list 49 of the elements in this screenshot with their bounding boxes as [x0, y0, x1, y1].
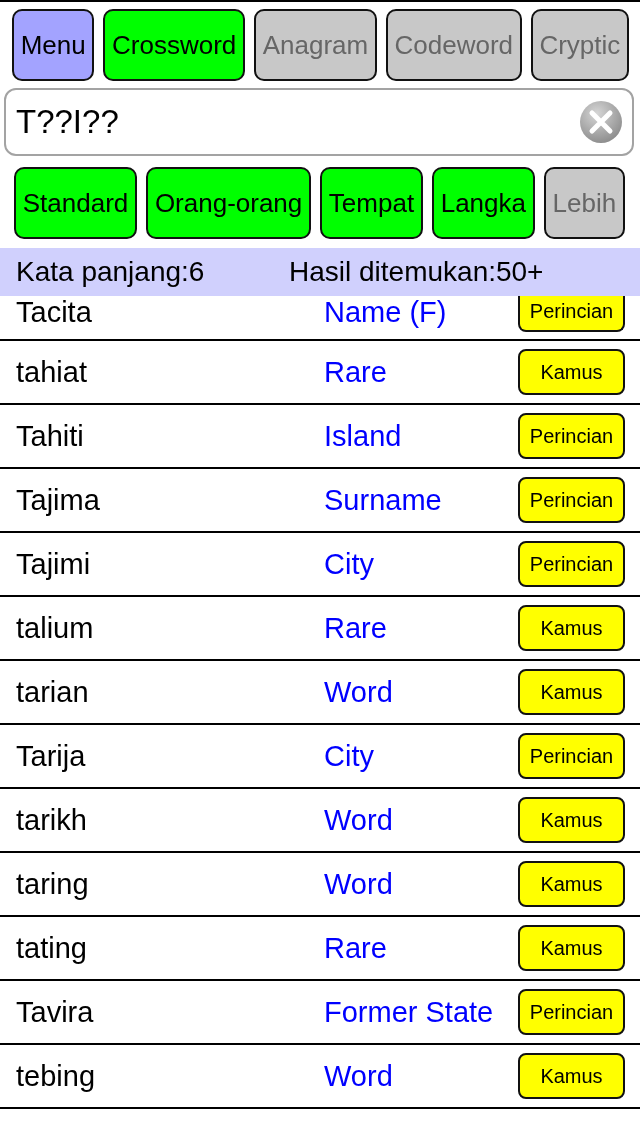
word-length-label: Kata panjang:6 — [16, 256, 205, 288]
result-word: tahiat — [16, 356, 87, 388]
category-label: City — [324, 548, 374, 580]
action-button[interactable]: Perincian — [518, 477, 625, 523]
category-label: City — [324, 740, 374, 772]
filter-button[interactable]: Langka — [431, 167, 535, 239]
result-word: Tacita — [16, 296, 92, 328]
category-label: Word — [324, 1060, 393, 1092]
action-button[interactable]: Kamus — [518, 925, 625, 971]
category-label: Word — [324, 868, 393, 900]
category-label: Rare — [324, 932, 387, 964]
filter-button[interactable]: Orang-orang — [146, 167, 312, 239]
action-button[interactable]: Perincian — [518, 296, 625, 332]
results-count-label: Hasil ditemukan:50+ — [289, 256, 544, 288]
category-label: Rare — [324, 356, 387, 388]
action-button[interactable]: Perincian — [518, 413, 625, 459]
action-button[interactable]: Kamus — [518, 861, 625, 907]
result-word: tarian — [16, 676, 89, 708]
result-word: Tarija — [16, 740, 86, 772]
result-word: taring — [16, 868, 89, 900]
category-label: Name (F) — [324, 296, 447, 328]
category-label: Surname — [324, 484, 442, 516]
action-button[interactable]: Kamus — [518, 797, 625, 843]
action-button[interactable]: Perincian — [518, 541, 625, 587]
category-label: Word — [324, 804, 393, 836]
clear-icon[interactable] — [580, 101, 622, 143]
action-button[interactable]: Kamus — [518, 605, 625, 651]
result-word: Tajima — [16, 484, 100, 516]
action-button[interactable]: Perincian — [518, 733, 625, 779]
result-word: tating — [16, 932, 87, 964]
result-word: Tavira — [16, 996, 94, 1028]
search-field[interactable]: T??I?? — [4, 88, 634, 156]
filter-button[interactable]: Tempat — [320, 167, 423, 239]
action-button[interactable]: Kamus — [518, 1053, 625, 1099]
action-button[interactable]: Kamus — [518, 349, 625, 395]
category-label: Island — [324, 420, 402, 452]
result-word: Tahiti — [16, 420, 84, 452]
result-word: tarikh — [16, 804, 87, 836]
category-label: Former State — [324, 996, 494, 1028]
menu-button[interactable]: Menu — [12, 9, 95, 81]
action-button[interactable]: Perincian — [518, 989, 625, 1035]
result-word: Tajimi — [16, 548, 91, 580]
category-label: Word — [324, 676, 393, 708]
action-button[interactable]: Kamus — [518, 669, 625, 715]
mode-tab[interactable]: Crossword — [103, 9, 245, 81]
result-word: talium — [16, 612, 94, 644]
result-word: tebing — [16, 1060, 95, 1092]
filter-button[interactable]: Standard — [14, 167, 138, 239]
category-label: Rare — [324, 612, 387, 644]
